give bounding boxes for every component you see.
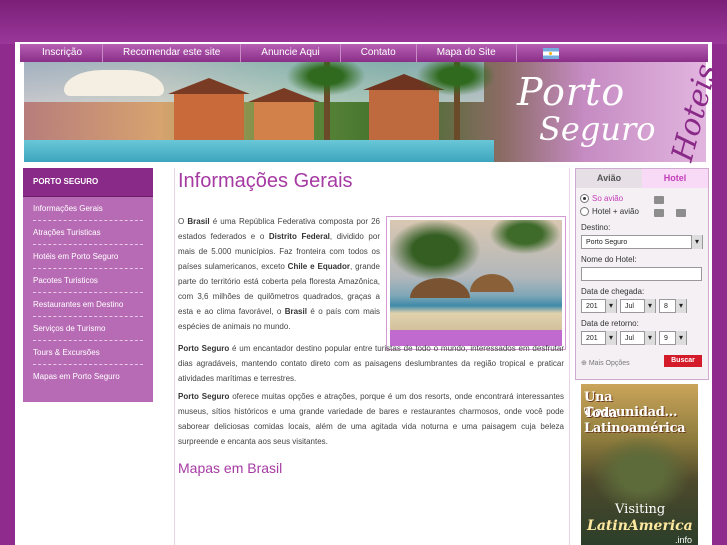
top-nav: Inscrição Recomendar este site Anuncie A… [20, 44, 708, 62]
column-divider [174, 168, 175, 545]
porto-seguro-paragraph: Porto Seguro é um encantador destino pop… [178, 344, 564, 383]
sidebar-item-tours[interactable]: Tours & Excursões [23, 341, 153, 365]
airplane-icon [676, 209, 686, 217]
hotel-icon [654, 209, 664, 217]
sidebar-item-atracoes[interactable]: Atrações Turisticas [23, 221, 153, 245]
intro-paragraph: O Brasil é uma República Federativa comp… [178, 217, 381, 331]
booking-tabs: Avião Hotel [576, 169, 708, 188]
radio-icon[interactable] [580, 207, 589, 216]
sidebar-item-restaurantes[interactable]: Restaurantes em Destino [23, 293, 153, 317]
logo-line1: Porto [517, 70, 626, 114]
top-background [0, 0, 727, 44]
site-logo[interactable]: Porto Seguro Hoteis [515, 60, 724, 165]
retorno-day-select[interactable]: 9 [659, 331, 687, 345]
radio-selected-icon[interactable] [580, 194, 589, 203]
sidebar-item-pacotes[interactable]: Pacotes Turisticos [23, 269, 153, 293]
hotel-name-label: Nome do Hotel: [581, 255, 637, 264]
retorno-year-select[interactable]: 201 [581, 331, 617, 345]
nav-item-inscricao[interactable]: Inscrição [20, 44, 104, 62]
destino-label: Destino: [581, 223, 611, 232]
sidebar-item-mapas[interactable]: Mapas em Porto Seguro [23, 365, 153, 389]
maps-heading: Mapas em Brasil [178, 460, 283, 476]
resort-building [363, 74, 445, 143]
argentina-flag-icon[interactable] [542, 47, 559, 59]
nav-item-contato[interactable]: Contato [341, 44, 417, 62]
page-title: Informações Gerais [178, 170, 353, 192]
logo-line3: Hoteis [665, 60, 725, 166]
pool-graphic [24, 140, 494, 162]
nav-item-mapa[interactable]: Mapa do Site [417, 44, 517, 62]
sidebar-heading: PORTO SEGURO [23, 168, 153, 197]
chegada-day-select[interactable]: 8 [659, 299, 687, 313]
hotel-name-input[interactable] [581, 267, 702, 281]
ad-line3: Visiting [615, 502, 666, 517]
search-button[interactable]: Buscar [664, 355, 702, 367]
tab-hotel[interactable]: Hotel [642, 169, 708, 188]
chegada-year-select[interactable]: 201 [581, 299, 617, 313]
option-so-aviao[interactable]: So avião [580, 194, 623, 203]
resort-building [168, 78, 250, 142]
destino-select[interactable]: Porto Seguro [581, 235, 703, 249]
nav-item-recomendar[interactable]: Recomendar este site [103, 44, 242, 62]
logo-line2: Seguro [539, 110, 656, 148]
beach-photo [386, 216, 566, 350]
retorno-label: Data de retorno: [581, 319, 639, 328]
tab-aviao[interactable]: Avião [576, 169, 642, 188]
sidebar-menu: PORTO SEGURO Informações Gerais Atrações… [23, 168, 153, 402]
sidebar-item-servicos[interactable]: Serviços de Turismo [23, 317, 153, 341]
attractions-paragraph: Porto Seguro oferece muitas opções e atr… [178, 392, 564, 446]
ad-line5: .info [675, 535, 693, 545]
sidebar-item-informacoes[interactable]: Informações Gerais [23, 197, 153, 221]
retorno-month-select[interactable]: Jul [620, 331, 656, 345]
column-divider [569, 168, 570, 545]
main-content: Informações Gerais O Brasil é uma Repúbl… [178, 170, 566, 476]
umbrella-graphic [64, 70, 164, 96]
more-options-link[interactable]: ⊕ Mais Opções [581, 359, 630, 367]
ad-line2: Toda Latinoamérica [584, 406, 686, 436]
airplane-icon [654, 196, 664, 204]
chegada-month-select[interactable]: Jul [620, 299, 656, 313]
sidebar-item-hoteis[interactable]: Hotéis em Porto Seguro [23, 245, 153, 269]
booking-widget: Avião Hotel So avião Hotel + avião Desti… [575, 168, 709, 380]
option-hotel-aviao[interactable]: Hotel + avião [580, 207, 639, 216]
chegada-label: Data de chegada: [581, 287, 645, 296]
ad-line4: LatinAmerica [587, 518, 693, 534]
resort-building [248, 88, 320, 144]
nav-item-anuncie[interactable]: Anuncie Aqui [241, 44, 341, 62]
advertisement-banner[interactable]: Una Comunidad... Toda Latinoamérica Visi… [581, 384, 698, 545]
